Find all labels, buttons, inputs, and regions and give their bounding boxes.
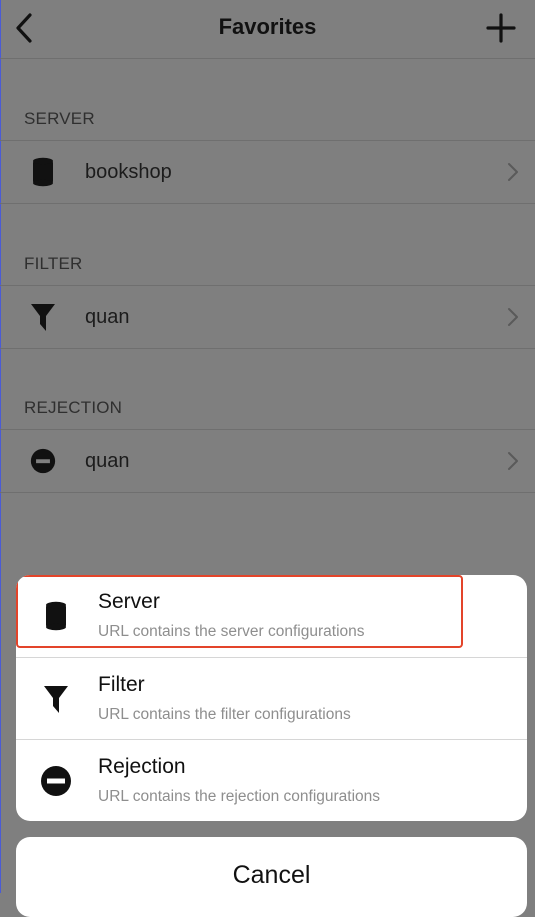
funnel-icon	[40, 682, 72, 716]
favorite-row-label: quan	[85, 449, 130, 472]
action-sheet-item-title: Filter	[98, 673, 145, 696]
favorite-row-label: bookshop	[85, 160, 172, 183]
minus-circle-icon	[30, 446, 56, 476]
cancel-label: Cancel	[232, 861, 311, 889]
highlight-box	[16, 575, 463, 648]
minus-circle-icon	[40, 764, 72, 798]
action-sheet-item-title: Rejection	[98, 755, 186, 778]
section-header-rejection: REJECTION	[24, 398, 123, 417]
page-title: Favorites	[218, 14, 317, 39]
action-sheet-item-subtitle: URL contains the rejection configuration…	[98, 788, 381, 805]
action-sheet-item-rejection[interactable]: Rejection URL contains the rejection con…	[16, 739, 527, 821]
add-button[interactable]	[485, 12, 517, 44]
database-icon	[30, 157, 56, 187]
navigation-bar: Favorites	[0, 0, 535, 59]
action-sheet: Server URL contains the server configura…	[16, 575, 527, 821]
chevron-right-icon	[507, 307, 519, 327]
chevron-right-icon	[507, 162, 519, 182]
action-sheet-item-filter[interactable]: Filter URL contains the filter configura…	[16, 657, 527, 740]
funnel-icon	[30, 302, 56, 332]
favorite-row-label: quan	[85, 305, 130, 328]
favorite-row-filter[interactable]: quan	[0, 285, 535, 349]
favorite-row-rejection[interactable]: quan	[0, 429, 535, 493]
plus-icon	[486, 13, 516, 43]
action-sheet-item-server[interactable]: Server URL contains the server configura…	[16, 575, 527, 657]
section-header-server: SERVER	[24, 109, 95, 128]
section-header-filter: FILTER	[24, 254, 83, 273]
cancel-button[interactable]: Cancel	[16, 837, 527, 917]
chevron-right-icon	[507, 451, 519, 471]
action-sheet-item-subtitle: URL contains the filter configurations	[98, 706, 351, 723]
favorite-row-server[interactable]: bookshop	[0, 140, 535, 204]
